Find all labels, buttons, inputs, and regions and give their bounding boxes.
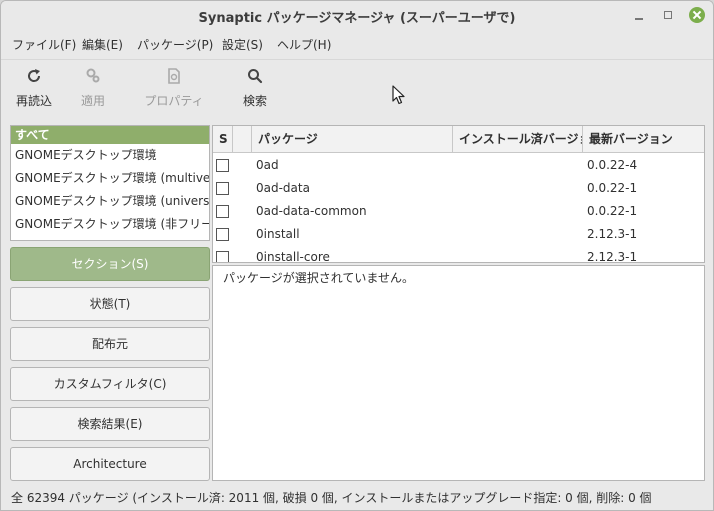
table-row[interactable]: 0install-core 2.12.3-1 [213,246,704,263]
description-text: パッケージが選択されていません。 [223,271,415,285]
package-checkbox[interactable] [216,251,229,262]
latest-version: 0.0.22-1 [587,181,638,195]
menu-package[interactable]: パッケージ(P) [137,36,213,53]
package-rows: 0ad 0.0.22-4 0ad-data 0.0.22-1 0ad-data-… [213,154,704,263]
table-row[interactable]: 0install 2.12.3-1 [213,223,704,246]
toolbar: 再読込 適用 プロパティ 検索 [1,59,713,117]
window-title: Synaptic パッケージマネージャ (スーパーユーザで) [198,11,516,26]
package-name: 0ad-data [256,181,310,195]
filter-item[interactable]: GNOMEデスクトップ環境 [11,144,209,167]
menu-help[interactable]: ヘルプ(H) [277,36,331,53]
filter-item[interactable]: GNOMEデスクトップ環境 (universe) [11,190,209,213]
search-results-button[interactable]: 検索結果(E) [10,407,210,441]
filter-list[interactable]: すべて GNOMEデスクトップ環境 GNOMEデスクトップ環境 (multive… [10,125,210,241]
latest-version: 2.12.3-1 [587,227,638,241]
column-latest-version[interactable]: 最新バージョン [583,126,704,152]
package-name: 0install [256,227,300,241]
document-icon [164,66,184,86]
sections-button[interactable]: セクション(S) [10,247,210,281]
close-button[interactable] [689,7,705,23]
reload-button[interactable]: 再読込 [14,66,54,109]
gears-icon [83,66,103,86]
table-header: S パッケージ インストール済バージョン 最新バージョン [213,126,704,153]
refresh-icon [24,66,44,86]
package-checkbox[interactable] [216,228,229,241]
package-name: 0ad [256,158,279,172]
table-row[interactable]: 0ad-data 0.0.22-1 [213,177,704,200]
menu-settings[interactable]: 設定(S) [222,36,263,53]
latest-version: 0.0.22-4 [587,158,638,172]
filter-item[interactable]: すべて [11,126,209,144]
table-row[interactable]: 0ad 0.0.22-4 [213,154,704,177]
latest-version: 0.0.22-1 [587,204,638,218]
maximize-button[interactable] [660,7,676,23]
package-table[interactable]: S パッケージ インストール済バージョン 最新バージョン 0ad 0.0.22-… [212,125,705,263]
properties-button[interactable]: プロパティ [142,66,206,109]
package-name: 0ad-data-common [256,204,367,218]
package-checkbox[interactable] [216,182,229,195]
custom-filters-button[interactable]: カスタムフィルタ(C) [10,367,210,401]
search-icon [245,66,265,86]
apply-button[interactable]: 適用 [76,66,110,109]
menu-edit[interactable]: 編集(E) [82,36,123,53]
package-checkbox[interactable] [216,159,229,172]
column-status[interactable]: S [213,126,233,152]
status-button[interactable]: 状態(T) [10,287,210,321]
menu-bar: ファイル(F) 編集(E) パッケージ(P) 設定(S) ヘルプ(H) [1,32,713,54]
column-support[interactable] [233,126,252,152]
filter-item[interactable]: GNOMEデスクトップ環境 (multiverse) [11,167,209,190]
minimize-button[interactable] [632,7,648,23]
column-package[interactable]: パッケージ [252,126,453,152]
package-name: 0install-core [256,250,330,263]
search-button[interactable]: 検索 [238,66,272,109]
status-bar: 全 62394 パッケージ (インストール済: 2011 個, 破損 0 個, … [11,491,652,505]
mouse-cursor-icon [392,85,406,105]
filter-item[interactable]: GNOMEデスクトップ環境 (非フリー) [11,213,209,236]
origin-button[interactable]: 配布元 [10,327,210,361]
synaptic-window: Synaptic パッケージマネージャ (スーパーユーザで) ファイル(F) 編… [0,0,714,511]
column-installed-version[interactable]: インストール済バージョン [453,126,583,152]
menu-file[interactable]: ファイル(F) [12,36,76,53]
table-row[interactable]: 0ad-data-common 0.0.22-1 [213,200,704,223]
architecture-button[interactable]: Architecture [10,447,210,481]
title-bar: Synaptic パッケージマネージャ (スーパーユーザで) [1,1,713,31]
description-pane: パッケージが選択されていません。 [212,265,705,481]
latest-version: 2.12.3-1 [587,250,638,263]
package-checkbox[interactable] [216,205,229,218]
